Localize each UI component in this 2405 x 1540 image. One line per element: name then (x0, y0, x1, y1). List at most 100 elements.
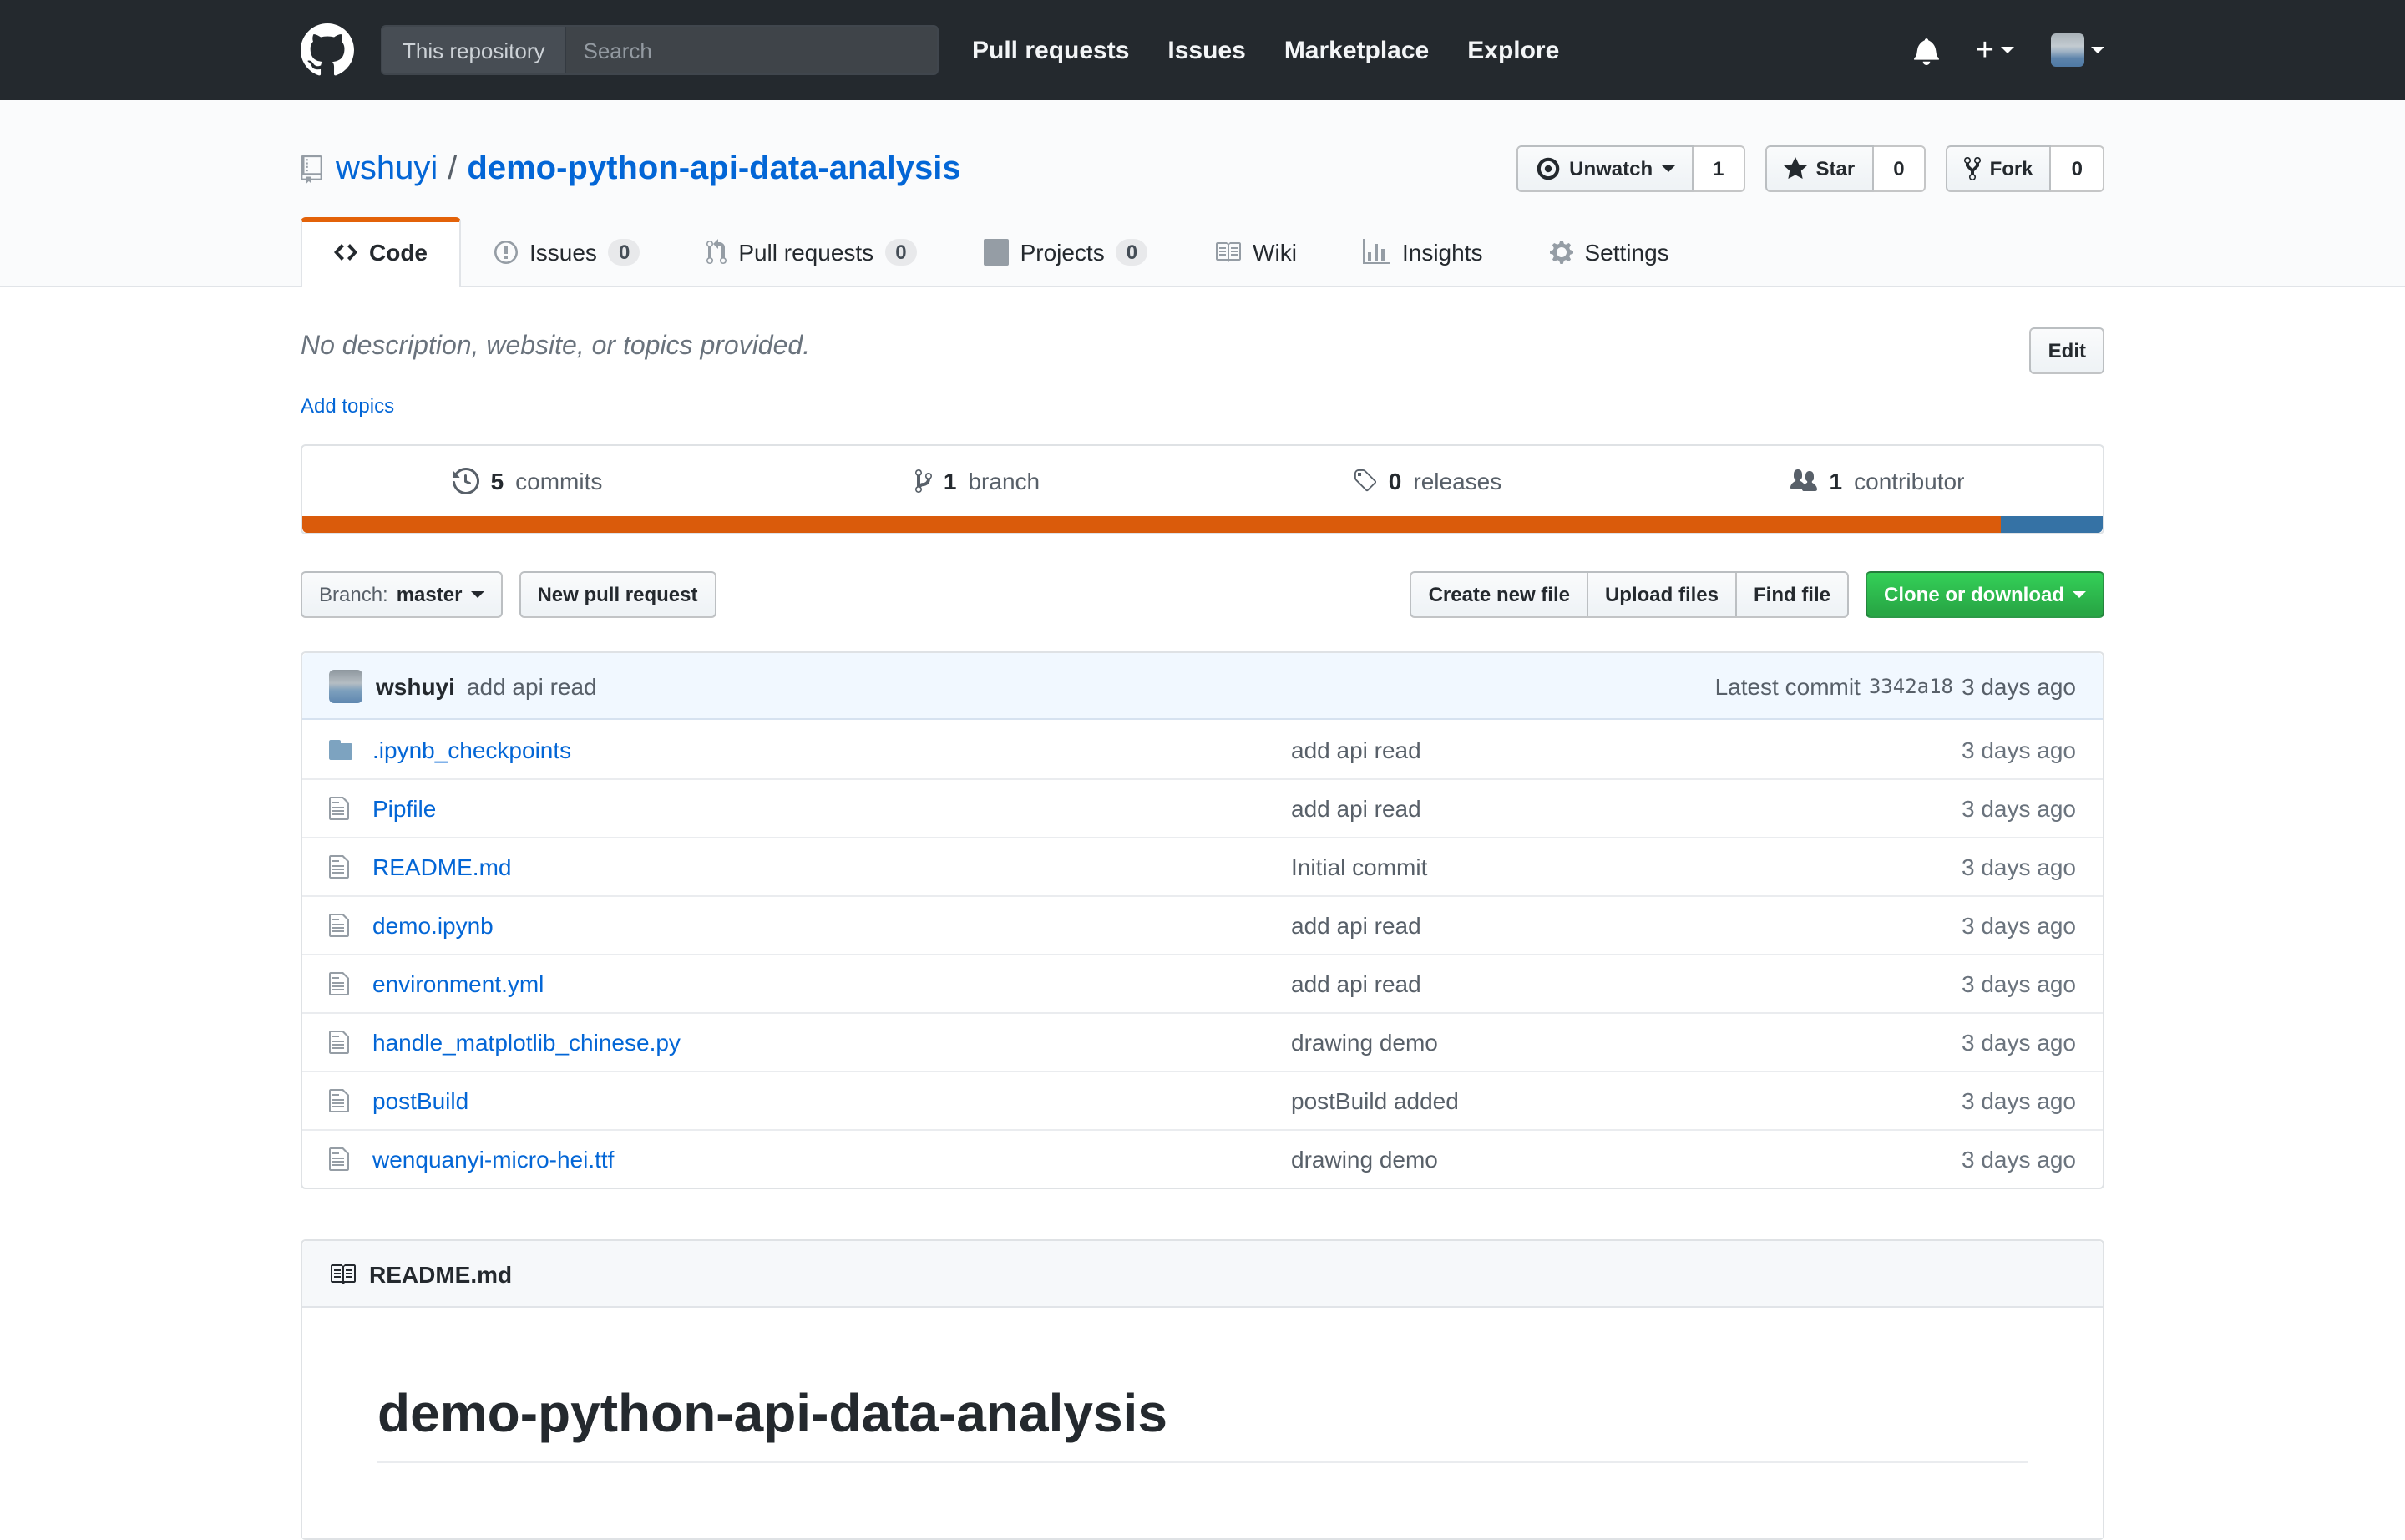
clone-or-download-button[interactable]: Clone or download (1866, 571, 2104, 618)
readme-body: demo-python-api-data-analysis (302, 1308, 2103, 1538)
repo-owner-link[interactable]: wshuyi (336, 149, 438, 188)
file-commit-message[interactable]: add api read (1291, 795, 1421, 822)
find-file-button[interactable]: Find file (1735, 571, 1849, 618)
stat-contributors[interactable]: 1contributor (1653, 446, 2103, 516)
file-commit-message[interactable]: Initial commit (1291, 854, 1427, 880)
file-name-link[interactable]: handle_matplotlib_chinese.py (372, 1029, 681, 1056)
readme-filename: README.md (369, 1260, 512, 1287)
file-name-link[interactable]: demo.ipynb (372, 912, 494, 939)
commit-author-avatar[interactable] (329, 669, 362, 702)
file-commit-message[interactable]: drawing demo (1291, 1146, 1438, 1173)
tab-wiki[interactable]: Wiki (1181, 217, 1330, 286)
readme-section: README.md demo-python-api-data-analysis (301, 1239, 2104, 1540)
create-new-dropdown[interactable]: + (1976, 34, 2014, 66)
nav-link-pull-requests[interactable]: Pull requests (972, 36, 1129, 64)
readme-heading: demo-python-api-data-analysis (377, 1383, 2028, 1463)
book-icon (329, 1260, 356, 1287)
tab-code[interactable]: Code (301, 217, 461, 287)
caret-down-icon (2073, 591, 2086, 598)
upload-files-button[interactable]: Upload files (1587, 571, 1737, 618)
file-toolbar: Branch: master New pull request Create n… (301, 571, 2104, 618)
projects-counter: 0 (1116, 239, 1147, 266)
create-new-file-button[interactable]: Create new file (1410, 571, 1588, 618)
file-row: README.md Initial commit 3 days ago (302, 837, 2103, 895)
commit-time: 3 days ago (1962, 672, 2076, 699)
tab-projects[interactable]: Projects 0 (950, 217, 1182, 286)
repo-name-link[interactable]: demo-python-api-data-analysis (467, 149, 960, 188)
repo-stats-box: 5commits 1branch 0releases (301, 444, 2104, 534)
file-icon (329, 912, 372, 939)
file-row: postBuild postBuild added 3 days ago (302, 1071, 2103, 1129)
file-age: 3 days ago (1962, 1146, 2076, 1173)
tab-pull-requests[interactable]: Pull requests 0 (673, 217, 949, 286)
file-commit-message[interactable]: add api read (1291, 970, 1421, 997)
new-pull-request-button[interactable]: New pull request (519, 571, 716, 618)
header-nav-links: Pull requests Issues Marketplace Explore (972, 36, 1559, 64)
star-button[interactable]: Star (1766, 145, 1874, 192)
git-branch-icon (915, 468, 932, 494)
pull-request-icon (706, 239, 727, 266)
language-segment-jupyter (302, 516, 2000, 533)
file-row: environment.yml add api read 3 days ago (302, 954, 2103, 1012)
nav-link-issues[interactable]: Issues (1167, 36, 1245, 64)
github-repo-page: This repository Pull requests Issues Mar… (0, 0, 2405, 1503)
stat-commits[interactable]: 5commits (302, 446, 752, 516)
caret-down-icon (470, 591, 484, 598)
watchers-count[interactable]: 1 (1693, 145, 1745, 192)
commit-sha-link[interactable]: 3342a18 (1869, 674, 1953, 697)
file-commit-message[interactable]: add api read (1291, 912, 1421, 939)
stat-releases[interactable]: 0releases (1202, 446, 1653, 516)
forks-count[interactable]: 0 (2052, 145, 2104, 192)
folder-icon (329, 736, 372, 762)
eye-icon (1534, 155, 1561, 182)
search-scope-label: This repository (382, 27, 567, 73)
add-topics-link[interactable]: Add topics (301, 394, 2104, 418)
header-search: This repository (381, 25, 939, 75)
file-icon (329, 854, 372, 880)
file-commit-message[interactable]: add api read (1291, 736, 1421, 762)
nav-link-explore[interactable]: Explore (1467, 36, 1559, 64)
tag-icon (1354, 468, 1377, 494)
file-commit-message[interactable]: drawing demo (1291, 1029, 1438, 1056)
tab-settings[interactable]: Settings (1516, 217, 1702, 286)
unwatch-button[interactable]: Unwatch (1516, 145, 1693, 192)
tab-issues[interactable]: Issues 0 (461, 217, 673, 286)
stargazers-count[interactable]: 0 (1873, 145, 1926, 192)
repo-icon (301, 155, 322, 183)
notifications-bell-icon[interactable] (1914, 36, 1939, 64)
file-name-link[interactable]: postBuild (372, 1087, 468, 1114)
commit-author-link[interactable]: wshuyi (376, 672, 455, 699)
file-row: Pipfile add api read 3 days ago (302, 778, 2103, 837)
file-row: .ipynb_checkpoints add api read 3 days a… (302, 720, 2103, 778)
file-name-link[interactable]: wenquanyi-micro-hei.ttf (372, 1146, 614, 1173)
file-icon (329, 1146, 372, 1173)
file-row: wenquanyi-micro-hei.ttf drawing demo 3 d… (302, 1129, 2103, 1188)
branch-select-button[interactable]: Branch: master (301, 571, 502, 618)
file-commit-message[interactable]: postBuild added (1291, 1087, 1459, 1114)
file-name-link[interactable]: README.md (372, 854, 511, 880)
file-list: .ipynb_checkpoints add api read 3 days a… (302, 720, 2103, 1188)
latest-commit-meta: Latest commit 3342a18 3 days ago (1715, 672, 2076, 699)
file-icon (329, 795, 372, 822)
github-logo-icon[interactable] (301, 23, 354, 77)
tab-insights[interactable]: Insights (1330, 217, 1516, 286)
pull-requests-counter: 0 (885, 239, 916, 266)
edit-description-button[interactable]: Edit (2030, 327, 2104, 374)
caret-down-icon (2091, 47, 2104, 53)
caret-down-icon (1661, 165, 1674, 172)
language-bar[interactable] (302, 516, 2103, 533)
nav-link-marketplace[interactable]: Marketplace (1284, 36, 1429, 64)
file-icon (329, 1029, 372, 1056)
issues-counter: 0 (609, 239, 640, 266)
file-age: 3 days ago (1962, 1029, 2076, 1056)
file-name-link[interactable]: .ipynb_checkpoints (372, 736, 571, 762)
file-name-link[interactable]: Pipfile (372, 795, 436, 822)
search-input[interactable] (567, 27, 938, 73)
file-age: 3 days ago (1962, 736, 2076, 762)
commit-message-link[interactable]: add api read (467, 672, 597, 699)
file-name-link[interactable]: environment.yml (372, 970, 544, 997)
fork-button[interactable]: Fork (1947, 145, 2052, 192)
user-menu[interactable] (2051, 33, 2104, 67)
stat-branches[interactable]: 1branch (752, 446, 1202, 516)
header-right-controls: + (1914, 33, 2104, 67)
